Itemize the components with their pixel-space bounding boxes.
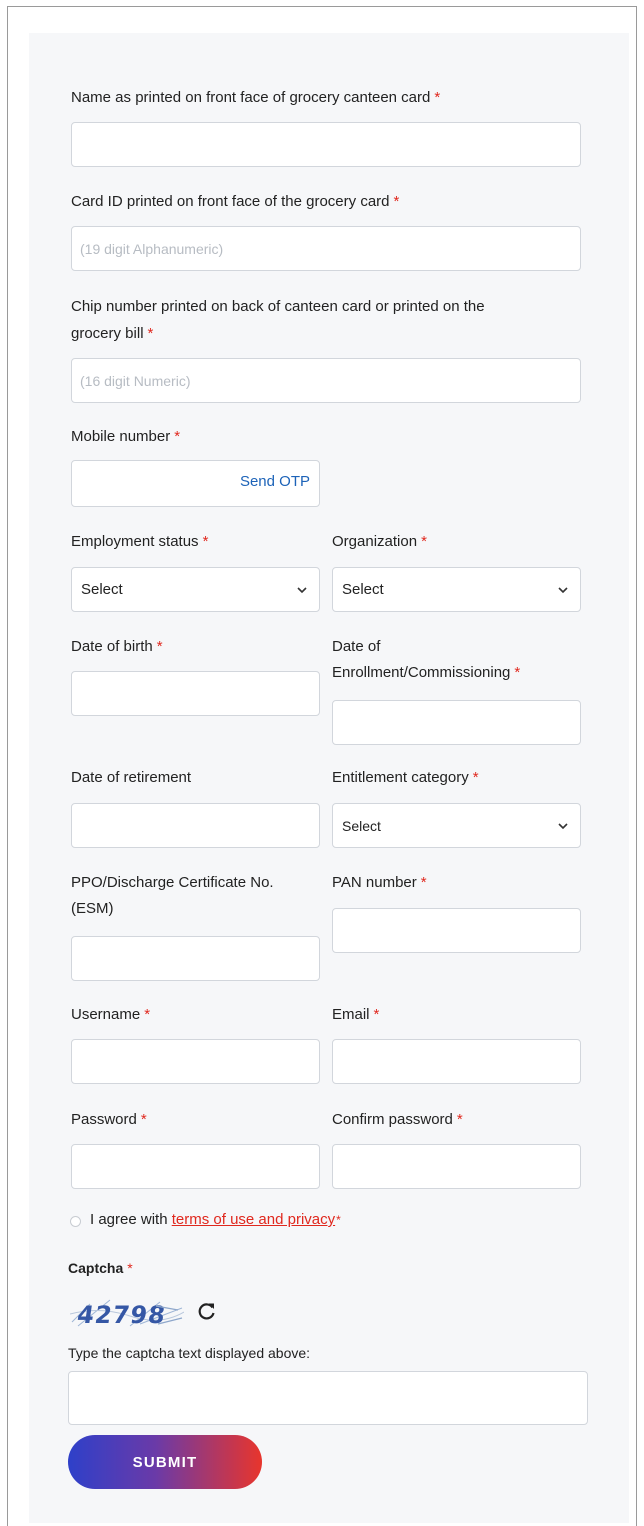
password-label: Password * — [71, 1111, 147, 1128]
agree-checkbox[interactable] — [70, 1216, 81, 1227]
pan-input[interactable] — [332, 908, 581, 953]
refresh-icon[interactable] — [196, 1300, 218, 1322]
mobile-label: Mobile number * — [71, 428, 181, 445]
username-label: Username * — [71, 1006, 151, 1023]
required-mark: * — [514, 664, 521, 681]
required-mark: * — [456, 1111, 463, 1128]
employment-status-select[interactable]: Select — [71, 567, 320, 612]
required-mark: * — [174, 428, 181, 445]
email-label: Email * — [332, 1006, 380, 1023]
chevron-down-icon — [297, 586, 307, 593]
mobile-input[interactable]: Send OTP — [71, 460, 320, 507]
required-mark: * — [472, 769, 479, 786]
date-of-birth-input[interactable] — [71, 671, 320, 716]
entitlement-category-select[interactable]: Select — [332, 803, 581, 848]
chevron-down-icon — [558, 822, 568, 829]
employment-status-label: Employment status * — [71, 533, 209, 550]
required-mark: * — [147, 325, 154, 342]
required-mark: * — [373, 1006, 380, 1023]
chevron-down-icon — [558, 586, 568, 593]
confirm-password-label: Confirm password * — [332, 1111, 463, 1128]
required-mark: * — [202, 533, 209, 550]
card-id-label: Card ID printed on front face of the gro… — [71, 193, 400, 210]
enrollment-date-input[interactable] — [332, 700, 581, 745]
enrollment-date-label: Date of Enrollment/Commissioning * — [332, 638, 521, 681]
name-input[interactable] — [71, 122, 581, 167]
entitlement-category-label: Entitlement category * — [332, 769, 479, 786]
ppo-input[interactable] — [71, 936, 320, 981]
date-of-birth-label: Date of birth * — [71, 638, 163, 655]
submit-button[interactable]: SUBMIT — [68, 1435, 262, 1489]
organization-select[interactable]: Select — [332, 567, 581, 612]
required-mark: * — [434, 89, 441, 106]
organization-label: Organization * — [332, 533, 427, 550]
terms-link[interactable]: terms of use and privacy — [172, 1211, 335, 1228]
chip-number-input[interactable] — [71, 358, 581, 403]
send-otp-button[interactable]: Send OTP — [240, 473, 310, 490]
ppo-label: PPO/Discharge Certificate No. (ESM) — [71, 874, 274, 917]
name-label: Name as printed on front face of grocery… — [71, 89, 441, 106]
agree-text: I agree with terms of use and privacy* — [90, 1211, 341, 1228]
required-mark: * — [156, 638, 163, 655]
password-input[interactable] — [71, 1144, 320, 1189]
captcha-input[interactable] — [68, 1371, 588, 1425]
chip-number-label: Chip number printed on back of canteen c… — [71, 298, 485, 342]
captcha-image: 42798 — [70, 1296, 184, 1330]
captcha-title: Captcha * — [68, 1260, 133, 1276]
required-mark: * — [420, 874, 427, 891]
required-mark: * — [127, 1260, 133, 1276]
captcha-hint: Type the captcha text displayed above: — [68, 1345, 311, 1361]
username-input[interactable] — [71, 1039, 320, 1084]
required-mark: * — [336, 1213, 341, 1227]
required-mark: * — [421, 533, 427, 550]
required-mark: * — [144, 1006, 151, 1023]
retirement-date-input[interactable] — [71, 803, 320, 848]
required-mark: * — [140, 1111, 147, 1128]
captcha-code: 42798 — [75, 1301, 167, 1329]
email-input[interactable] — [332, 1039, 581, 1084]
confirm-password-input[interactable] — [332, 1144, 581, 1189]
required-mark: * — [393, 193, 400, 210]
pan-label: PAN number * — [332, 874, 427, 891]
card-id-input[interactable] — [71, 226, 581, 271]
retirement-date-label: Date of retirement — [71, 769, 192, 786]
